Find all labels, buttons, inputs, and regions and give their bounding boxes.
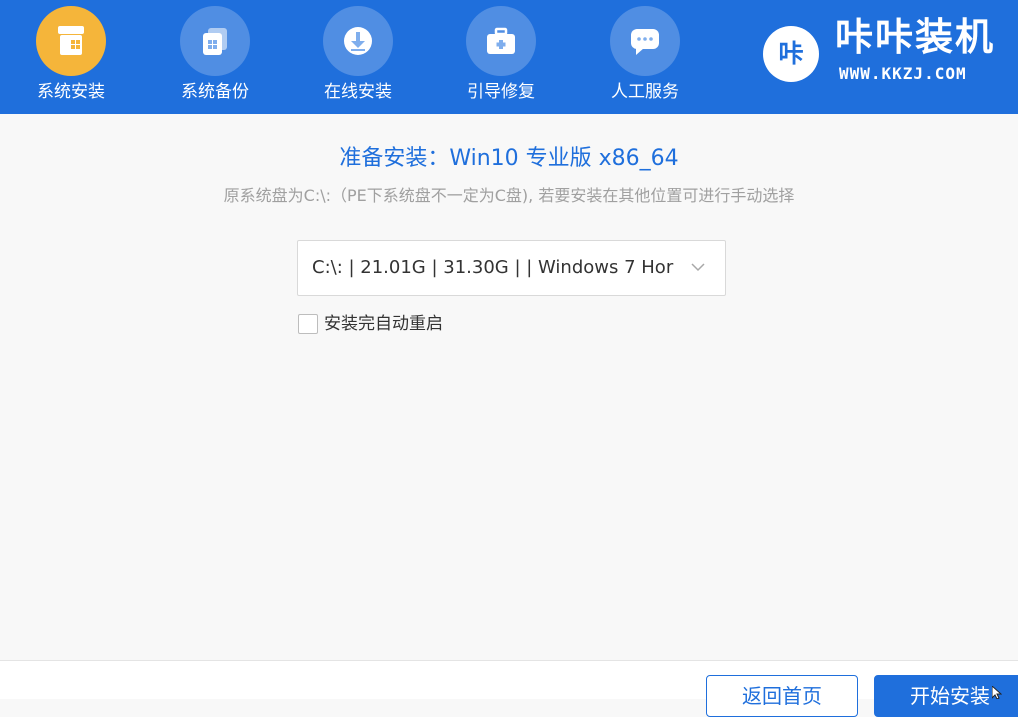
brand-logo-text: 咔 xyxy=(778,39,804,68)
auto-restart-checkbox[interactable] xyxy=(298,314,318,334)
footer-bar: 返回首页 开始安装 xyxy=(0,660,1018,717)
auto-restart-label: 安装完自动重启 xyxy=(324,314,443,334)
page-subtitle: 原系统盘为C:\:（PE下系统盘不一定为C盘), 若要安装在其他位置可进行手动选… xyxy=(223,186,795,205)
install-panel: 准备安装：Win10 专业版 x86_64 原系统盘为C:\:（PE下系统盘不一… xyxy=(0,114,1018,660)
chat-bubble-icon xyxy=(610,6,680,76)
nav-item-system-backup[interactable]: 系统备份 xyxy=(163,0,267,114)
toolbox-icon xyxy=(466,6,536,76)
nav-item-label: 引导修复 xyxy=(467,82,535,102)
brand-url: WWW.KKZJ.COM xyxy=(839,64,967,83)
nav-item-boot-repair[interactable]: 引导修复 xyxy=(449,0,553,114)
chevron-down-icon xyxy=(691,263,705,272)
page-title: 准备安装：Win10 专业版 x86_64 xyxy=(339,146,679,171)
backup-copy-icon xyxy=(180,6,250,76)
nav-item-label: 系统备份 xyxy=(181,82,249,102)
brand-name: 咔咔装机 xyxy=(835,15,996,59)
brand-logo-icon: 咔 xyxy=(763,26,819,82)
nav-item-label: 系统安装 xyxy=(37,82,105,102)
top-navigation-bar: 系统安装 系统备份 在线安装 引导修复 人工服务 咔 咔咔装机 WWW.KKZJ… xyxy=(0,0,1018,114)
nav-item-label: 在线安装 xyxy=(324,82,392,102)
nav-item-online-install[interactable]: 在线安装 xyxy=(306,0,410,114)
partition-select[interactable]: C:\: | 21.01G | 31.30G | | Windows 7 Hor xyxy=(297,240,726,296)
back-home-button[interactable]: 返回首页 xyxy=(706,675,858,717)
nav-item-label: 人工服务 xyxy=(611,82,679,102)
mouse-cursor-icon xyxy=(992,686,1002,699)
download-icon xyxy=(323,6,393,76)
brand: 咔 咔咔装机 WWW.KKZJ.COM xyxy=(743,0,1018,114)
partition-select-value: C:\: | 21.01G | 31.30G | | Windows 7 Hor xyxy=(312,257,674,278)
nav-item-system-install[interactable]: 系统安装 xyxy=(19,0,123,114)
nav-item-manual-service[interactable]: 人工服务 xyxy=(593,0,697,114)
windows-package-icon xyxy=(36,6,106,76)
